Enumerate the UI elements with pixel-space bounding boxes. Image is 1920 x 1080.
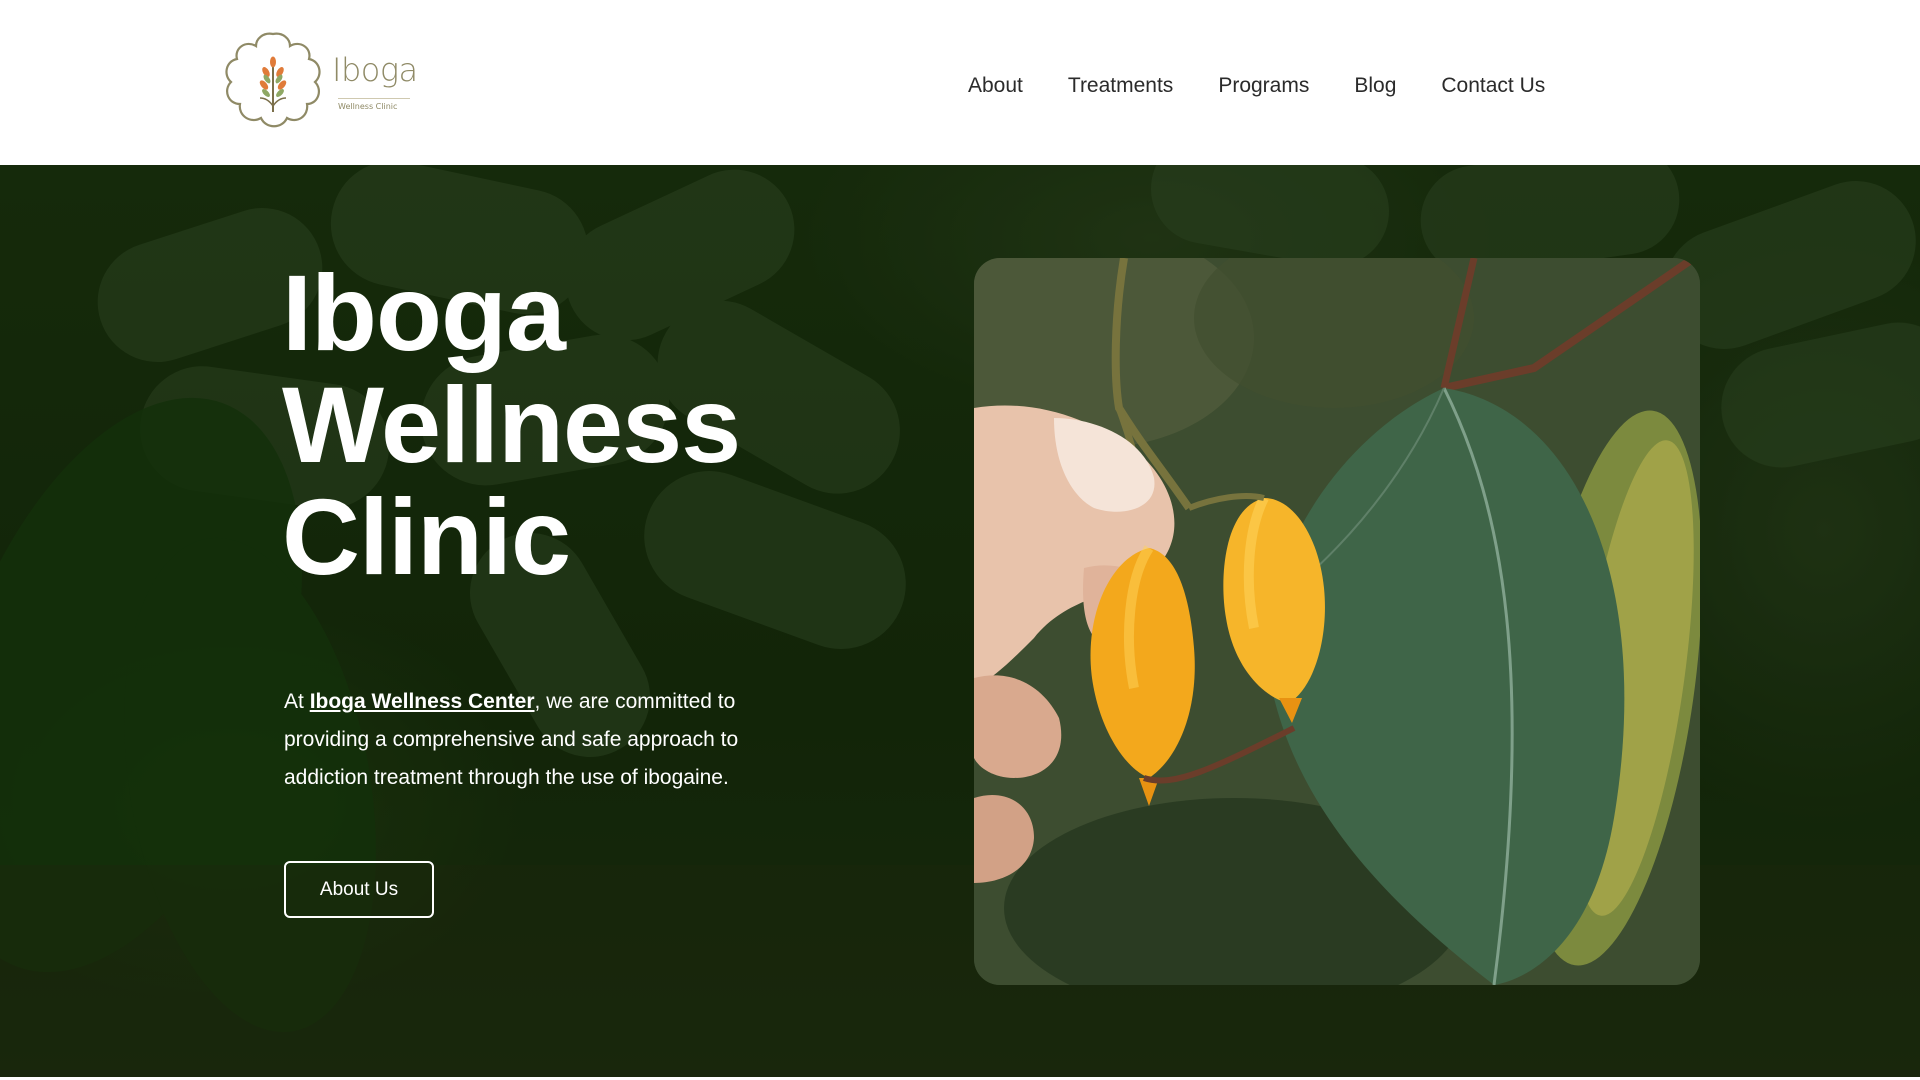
hero-title-line: Clinic (282, 476, 571, 597)
site-header: Iboga Wellness Clinic About Treatments P… (0, 0, 1920, 165)
hero-photo (974, 258, 1700, 985)
iboga-fruit-on-plant-photo (974, 258, 1700, 985)
hero-title: Iboga Wellness Clinic (282, 257, 922, 593)
about-us-button[interactable]: About Us (284, 861, 434, 918)
hero-section: Iboga Wellness Clinic At Iboga Wellness … (0, 165, 1920, 1077)
brand-name: Iboga (332, 51, 418, 89)
nav-item-treatments[interactable]: Treatments (1068, 72, 1173, 100)
nav-item-blog[interactable]: Blog (1354, 72, 1396, 100)
intro-prefix: At (284, 690, 310, 713)
hero-title-line: Iboga (282, 252, 566, 373)
nav-item-programs[interactable]: Programs (1218, 72, 1309, 100)
nav-item-contact-us[interactable]: Contact Us (1441, 72, 1545, 100)
iboga-tree-logo-icon (225, 32, 321, 128)
hero-title-line: Wellness (282, 364, 741, 485)
brand-logo[interactable]: Iboga Wellness Clinic (220, 28, 418, 134)
brand-subtitle: Wellness Clinic (338, 98, 410, 111)
iboga-wellness-center-link[interactable]: Iboga Wellness Center (310, 690, 535, 713)
hero-intro-text: At Iboga Wellness Center, we are committ… (284, 683, 804, 797)
main-nav: About Treatments Programs Blog Contact U… (968, 72, 1590, 100)
nav-item-about[interactable]: About (968, 72, 1023, 100)
